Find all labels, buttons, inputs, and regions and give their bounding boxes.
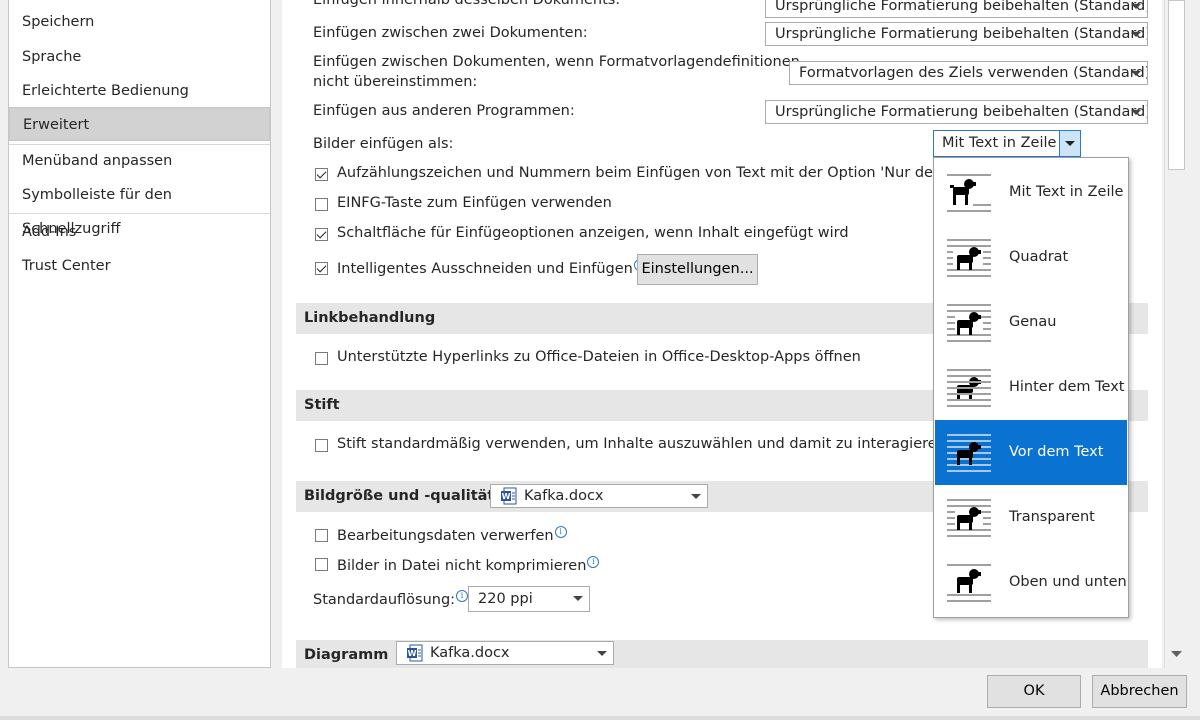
wrap-option-through[interactable]: Transparent bbox=[935, 485, 1127, 550]
sidebar-item-erleichterte-bedienung[interactable]: Erleichterte Bedienung bbox=[9, 74, 270, 108]
chevron-down-icon bbox=[685, 485, 707, 507]
imagesize-document-select[interactable]: W Kafka.docx bbox=[490, 484, 708, 508]
hyperlinks-checkbox[interactable] bbox=[315, 352, 328, 365]
discard-edit-data-checkbox[interactable] bbox=[315, 529, 328, 542]
scrollbar-thumb[interactable] bbox=[1168, 0, 1185, 170]
paste-other-programs-label: Einfügen aus anderen Programmen: bbox=[313, 103, 575, 119]
discard-edit-data-label: Bearbeitungsdaten verwerfen i bbox=[337, 526, 567, 544]
svg-text:W: W bbox=[408, 649, 417, 658]
info-icon[interactable]: i bbox=[587, 556, 600, 568]
smart-cut-settings-button[interactable]: Einstellungen... bbox=[637, 254, 758, 285]
through-wrap-dog-icon bbox=[947, 499, 991, 537]
behind-text-dog-icon bbox=[947, 369, 991, 407]
sidebar-item-erweitert[interactable]: Erweitert bbox=[9, 107, 270, 141]
scroll-down-icon[interactable] bbox=[1171, 650, 1182, 658]
chevron-down-icon bbox=[567, 587, 589, 609]
info-icon[interactable]: i bbox=[554, 526, 567, 538]
sidebar-item-symbolleiste[interactable]: Symbolleiste für den Schnellzugriff bbox=[9, 178, 270, 237]
sidebar-item-trust-center[interactable]: Trust Center bbox=[9, 249, 270, 283]
diagram-document-select[interactable]: W Kafka.docx bbox=[396, 641, 614, 665]
options-category-list: Speichern Sprache Erleichterte Bedienung… bbox=[8, 0, 271, 668]
wrap-option-label: Quadrat bbox=[1009, 249, 1069, 265]
smart-cut-paste-label: Intelligentes Ausschneiden und Einfügeni bbox=[337, 259, 646, 277]
paste-style-conflict-label-line2: nicht übereinstimmen: bbox=[313, 74, 478, 90]
paste-other-programs-select[interactable]: Ursprüngliche Formatierung beibehalten (… bbox=[765, 100, 1148, 124]
chevron-down-icon bbox=[1125, 0, 1147, 17]
chevron-down-icon[interactable] bbox=[1059, 131, 1080, 156]
content-scrollbar[interactable] bbox=[1164, 0, 1188, 668]
no-compress-checkbox[interactable] bbox=[315, 558, 328, 571]
paste-between-docs-select[interactable]: Ursprüngliche Formatierung beibehalten (… bbox=[765, 22, 1148, 46]
square-wrap-dog-icon bbox=[947, 239, 991, 277]
in-front-dog-icon bbox=[947, 434, 991, 472]
bildgroesse-title: Bildgröße und -qualität bbox=[304, 488, 495, 504]
sidebar-item-speichern[interactable]: Speichern bbox=[9, 5, 270, 39]
wrap-option-label: Genau bbox=[1009, 314, 1057, 330]
wrap-option-label: Mit Text in Zeile bbox=[1009, 184, 1124, 200]
word-document-icon: W bbox=[407, 644, 423, 662]
paste-same-doc-label: Einfügen innerhalb desselben Dokuments: bbox=[313, 0, 621, 8]
word-document-icon: W bbox=[501, 487, 517, 505]
wrap-option-label: Vor dem Text bbox=[1009, 444, 1104, 460]
wrap-option-inline[interactable]: Mit Text in Zeile bbox=[935, 160, 1127, 225]
no-compress-label: Bilder in Datei nicht komprimieren i bbox=[337, 556, 600, 574]
wrap-option-label: Transparent bbox=[1009, 509, 1095, 525]
insert-key-checkbox[interactable] bbox=[315, 198, 328, 211]
chevron-down-icon bbox=[591, 642, 613, 664]
chevron-down-icon bbox=[1125, 62, 1147, 84]
wrap-option-tight[interactable]: Genau bbox=[935, 290, 1127, 355]
paste-options-button-label: Schaltfläche für Einfügeoptionen anzeige… bbox=[337, 225, 849, 241]
sidebar-item-sprache[interactable]: Sprache bbox=[9, 40, 270, 74]
info-icon[interactable]: i bbox=[456, 590, 469, 602]
inline-dog-icon bbox=[947, 174, 991, 212]
chevron-down-icon bbox=[1125, 101, 1147, 123]
default-resolution-select[interactable]: 220 ppi bbox=[468, 586, 590, 612]
window-bottom-edge bbox=[0, 716, 1200, 720]
bullets-checkbox[interactable] bbox=[315, 168, 328, 181]
wrap-option-behind[interactable]: Hinter dem Text bbox=[935, 355, 1127, 420]
wrap-option-label: Hinter dem Text bbox=[1009, 379, 1125, 395]
wrap-style-dropdown: Mit Text in Zeile Quadrat Genau Hinter d… bbox=[933, 157, 1129, 618]
sidebar-item-add-ins[interactable]: Add-Ins bbox=[9, 215, 270, 249]
wrap-option-top-bottom[interactable]: Oben und unten bbox=[935, 550, 1127, 615]
paste-between-docs-label: Einfügen zwischen zwei Dokumenten: bbox=[313, 25, 588, 41]
chevron-down-icon bbox=[1125, 23, 1147, 45]
ok-button[interactable]: OK bbox=[987, 675, 1081, 708]
wrap-option-in-front[interactable]: Vor dem Text bbox=[935, 420, 1127, 485]
insert-images-as-label: Bilder einfügen als: bbox=[313, 136, 454, 152]
top-bottom-dog-icon bbox=[947, 564, 991, 602]
paste-options-button-checkbox[interactable] bbox=[315, 228, 328, 241]
wrap-option-label: Oben und unten bbox=[1009, 574, 1127, 590]
sidebar-item-menueband-anpassen[interactable]: Menüband anpassen bbox=[9, 144, 270, 178]
paste-same-doc-select[interactable]: Ursprüngliche Formatierung beibehalten (… bbox=[765, 0, 1148, 18]
default-resolution-label: Standardauflösung: i bbox=[313, 590, 469, 608]
diagramm-title: Diagramm bbox=[304, 647, 389, 663]
pen-label: Stift standardmäßig verwenden, um Inhalt… bbox=[337, 436, 946, 452]
svg-text:W: W bbox=[502, 492, 511, 501]
smart-cut-paste-checkbox[interactable] bbox=[315, 262, 328, 275]
insert-key-label: EINFG-Taste zum Einfügen verwenden bbox=[337, 195, 612, 211]
pen-checkbox[interactable] bbox=[315, 439, 328, 452]
sidebar-separator bbox=[9, 213, 270, 214]
paste-style-conflict-select[interactable]: Formatvorlagen des Ziels verwenden (Stan… bbox=[789, 61, 1148, 85]
paste-style-conflict-label-line1: Einfügen zwischen Dokumenten, wenn Forma… bbox=[313, 54, 800, 70]
bullets-label: Aufzählungszeichen und Nummern beim Einf… bbox=[337, 165, 971, 181]
cancel-button[interactable]: Abbrechen bbox=[1092, 675, 1187, 708]
wrap-option-square[interactable]: Quadrat bbox=[935, 225, 1127, 290]
hyperlinks-label: Unterstützte Hyperlinks zu Office-Dateie… bbox=[337, 349, 861, 365]
tight-wrap-dog-icon bbox=[947, 304, 991, 342]
insert-images-as-select[interactable]: Mit Text in Zeile bbox=[933, 130, 1081, 157]
